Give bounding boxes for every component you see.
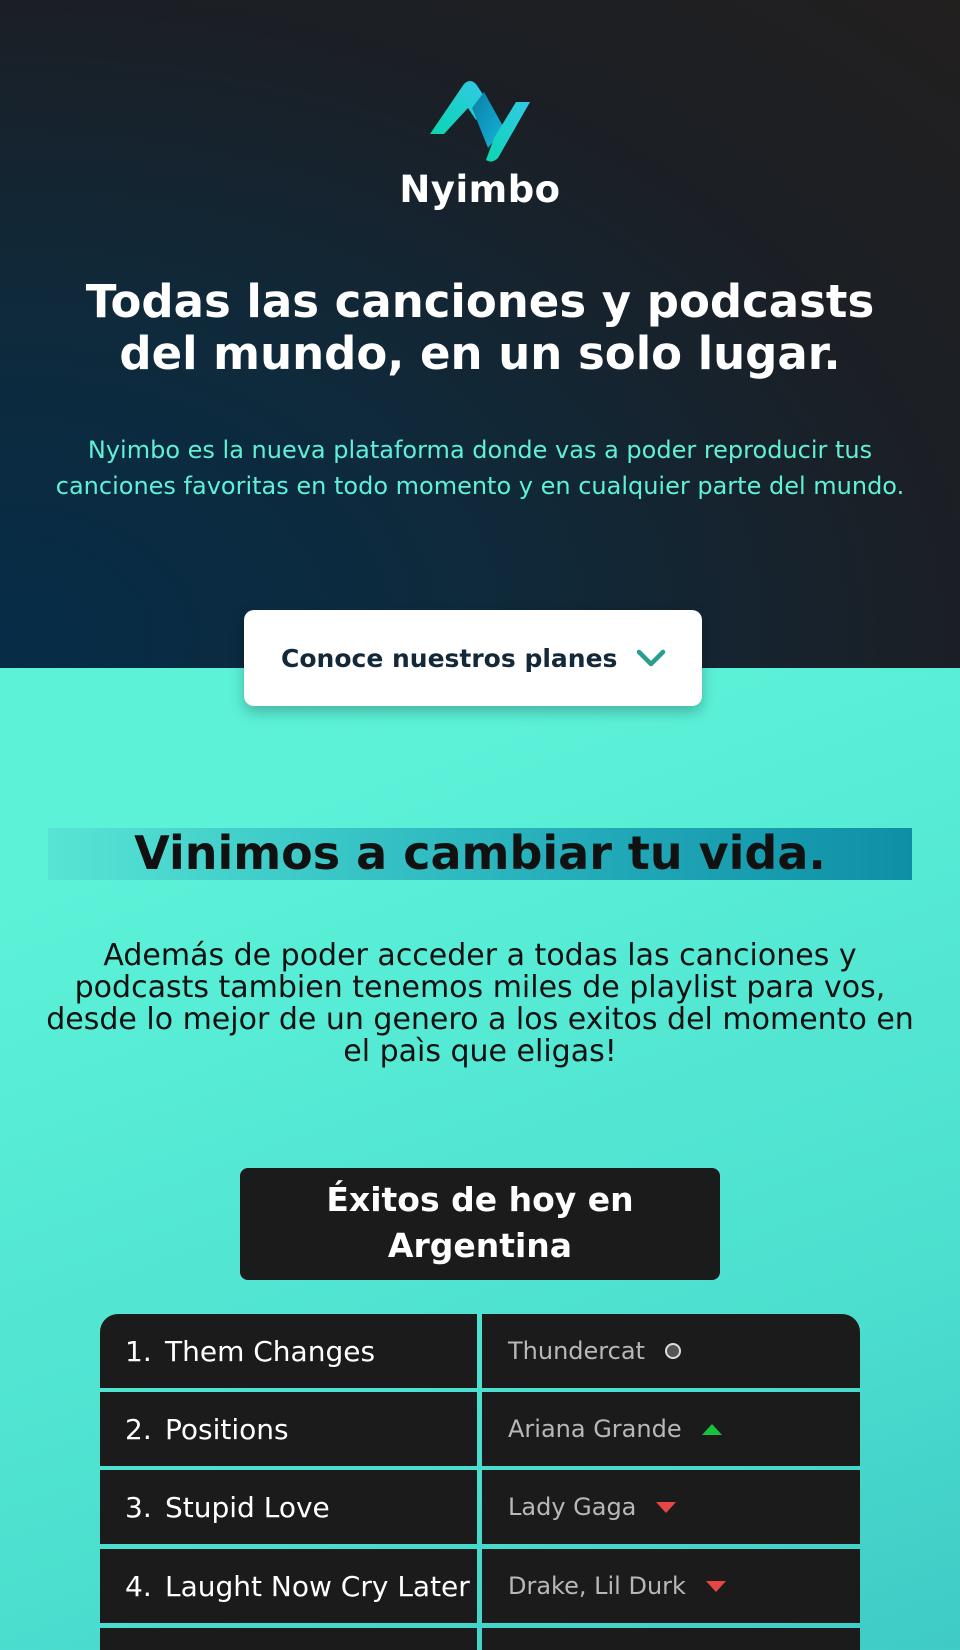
brand-name: Nyimbo	[399, 168, 561, 211]
plans-dropdown-button[interactable]: Conoce nuestros planes	[244, 610, 702, 706]
artist-cell: Thundercat	[482, 1314, 860, 1388]
section-title: Vinimos a cambiar tu vida.	[134, 826, 826, 880]
table-row[interactable]	[100, 1628, 860, 1650]
song-cell	[100, 1628, 477, 1650]
artist-name: Ariana Grande	[508, 1415, 682, 1443]
song-title: Positions	[165, 1412, 289, 1446]
trend-down-icon	[705, 1580, 726, 1592]
rank: 3.	[125, 1490, 152, 1524]
rank: 4.	[125, 1569, 152, 1603]
trend-down-icon	[656, 1501, 677, 1513]
song-cell: 3. Stupid Love	[100, 1470, 477, 1544]
song-cell: 1. Them Changes	[100, 1314, 477, 1388]
rank: 1.	[125, 1334, 152, 1368]
artist-cell: Ariana Grande	[482, 1392, 860, 1466]
song-title: Laught Now Cry Later	[165, 1569, 470, 1603]
table-row[interactable]: 1. Them Changes Thundercat	[100, 1314, 860, 1388]
rank: 2.	[125, 1412, 152, 1446]
artist-cell: Lady Gaga	[482, 1470, 860, 1544]
artist-name: Lady Gaga	[508, 1493, 637, 1521]
hits-title: Éxitos de hoy en Argentina	[240, 1168, 720, 1280]
hero-subtitle: Nyimbo es la nueva plataforma donde vas …	[55, 436, 905, 500]
chevron-down-icon	[636, 649, 666, 667]
song-title: Them Changes	[165, 1334, 376, 1368]
artist-cell	[482, 1628, 860, 1650]
hero-title: Todas las canciones y podcasts del mundo…	[85, 275, 875, 380]
section-description: Además de poder acceder a todas las canc…	[46, 938, 914, 1069]
song-cell: 2. Positions	[100, 1392, 477, 1466]
song-title: Stupid Love	[165, 1490, 330, 1524]
plans-button-label: Conoce nuestros planes	[281, 644, 618, 673]
table-row[interactable]: 2. Positions Ariana Grande	[100, 1392, 860, 1466]
song-cell: 4. Laught Now Cry Later	[100, 1549, 477, 1623]
trend-up-icon	[701, 1423, 722, 1435]
artist-name: Drake, Lil Durk	[508, 1572, 686, 1600]
trend-same-icon	[664, 1343, 681, 1359]
artist-name: Thundercat	[508, 1337, 645, 1365]
artist-cell: Drake, Lil Durk	[482, 1549, 860, 1623]
hero-section: Nyimbo Todas las canciones y podcasts de…	[0, 0, 960, 668]
table-row[interactable]: 3. Stupid Love Lady Gaga	[100, 1470, 860, 1544]
table-row[interactable]: 4. Laught Now Cry Later Drake, Lil Durk	[100, 1549, 860, 1623]
nyimbo-logo-icon	[430, 81, 530, 162]
